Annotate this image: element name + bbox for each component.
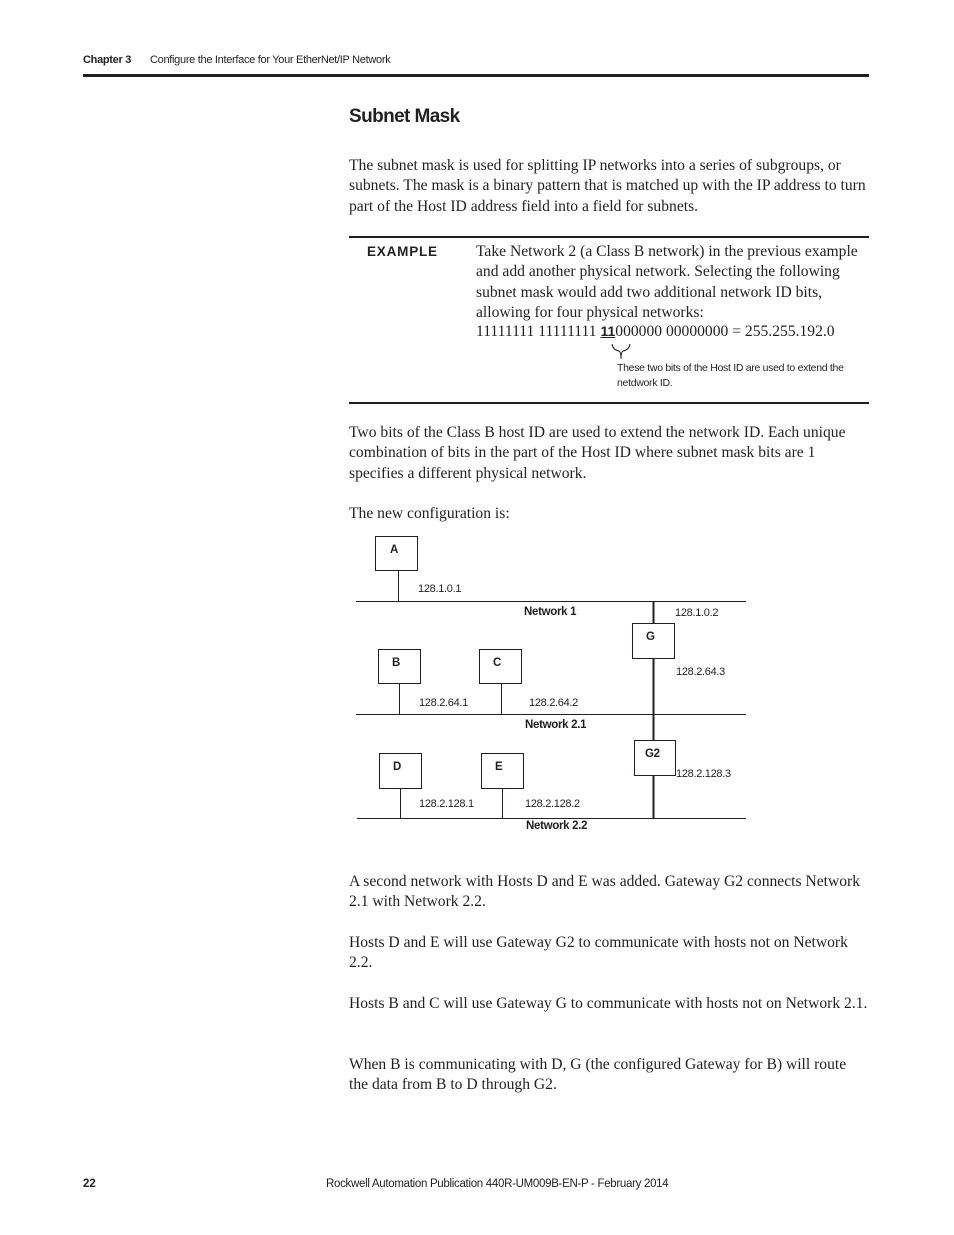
chapter-title: Configure the Interface for Your EtherNe…	[150, 54, 391, 66]
page-number: 22	[83, 1178, 96, 1190]
network-diagram: A B C D E G G2 128.1.0.1 128.1.0.2 128.2…	[350, 530, 750, 840]
running-header: Chapter 3 Configure the Interface for Yo…	[83, 54, 869, 78]
host-d-label: D	[393, 761, 402, 773]
address-e: 128.2.128.2	[525, 798, 580, 810]
address-c: 128.2.64.2	[529, 697, 578, 709]
address-a: 128.1.0.1	[418, 583, 462, 595]
header-rule	[83, 74, 869, 77]
address-d: 128.2.128.1	[419, 798, 474, 810]
example-note: These two bits of the Host ID are used t…	[617, 362, 844, 389]
example-rule-bottom	[349, 402, 869, 404]
paragraph-second-network: A second network with Hosts D and E was …	[349, 873, 861, 911]
address-g-network-1: 128.1.0.2	[675, 607, 719, 619]
host-a-label: A	[390, 544, 399, 556]
chapter-label: Chapter 3	[83, 54, 132, 66]
host-e-label: E	[495, 761, 503, 773]
section-title: Subnet Mask	[349, 106, 460, 127]
paragraph-hosts-b-c: Hosts B and C will use Gateway G to comm…	[349, 995, 868, 1012]
network-diagram-lines	[356, 536, 746, 819]
example-rule-top	[349, 236, 869, 238]
bits-highlight: 11	[600, 323, 616, 339]
address-g-network-2-1: 128.2.64.3	[676, 666, 725, 678]
network-2-1-label: Network 2.1	[525, 719, 587, 731]
address-g2: 128.2.128.3	[676, 768, 731, 780]
host-b-label: B	[392, 657, 401, 669]
paragraph-routing: When B is communicating with D, G (the c…	[349, 1056, 847, 1094]
brace-icon	[611, 343, 631, 360]
subnet-mask-bits: 11111111 11111111 11000000 00000000 = 25…	[476, 323, 835, 341]
gateway-g-label: G	[646, 631, 655, 643]
example-text: Take Network 2 (a Class B network) in th…	[476, 243, 858, 321]
publication-info: Rockwell Automation Publication 440R-UM0…	[326, 1178, 669, 1190]
bits-suffix: 000000 00000000 = 255.255.192.0	[615, 323, 835, 340]
paragraph-new-config: The new configuration is:	[349, 505, 510, 522]
network-2-2-label: Network 2.2	[526, 820, 588, 832]
host-e-box	[481, 753, 524, 789]
bits-prefix: 11111111 11111111	[476, 323, 601, 340]
example-box: EXAMPLE Take Network 2 (a Class B networ…	[349, 236, 869, 404]
paragraph-two-bits: Two bits of the Class B host ID are used…	[349, 424, 846, 482]
network-1-label: Network 1	[524, 606, 577, 618]
intro-paragraph: The subnet mask is used for splitting IP…	[349, 157, 866, 215]
host-c-label: C	[493, 657, 502, 669]
gateway-g2-label: G2	[645, 748, 660, 760]
example-label: EXAMPLE	[367, 244, 438, 259]
paragraph-hosts-d-e: Hosts D and E will use Gateway G2 to com…	[349, 934, 848, 972]
address-b: 128.2.64.1	[419, 697, 468, 709]
